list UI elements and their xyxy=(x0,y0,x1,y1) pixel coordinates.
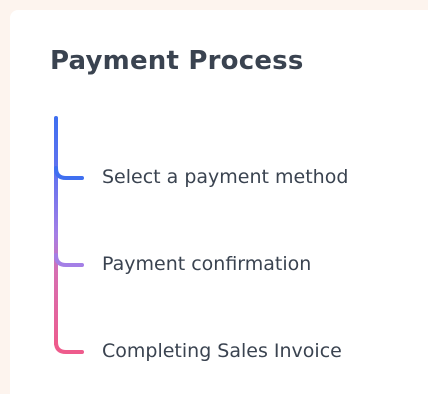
timeline-connector-step-1 xyxy=(54,166,84,180)
timeline-connector-step-2 xyxy=(54,253,84,267)
step-payment-confirmation: Payment confirmation xyxy=(102,253,312,275)
step-select-payment-method: Select a payment method xyxy=(102,166,349,188)
process-timeline xyxy=(54,116,84,354)
step-completing-sales-invoice: Completing Sales Invoice xyxy=(102,340,342,362)
timeline-connector-step-3 xyxy=(54,340,84,354)
